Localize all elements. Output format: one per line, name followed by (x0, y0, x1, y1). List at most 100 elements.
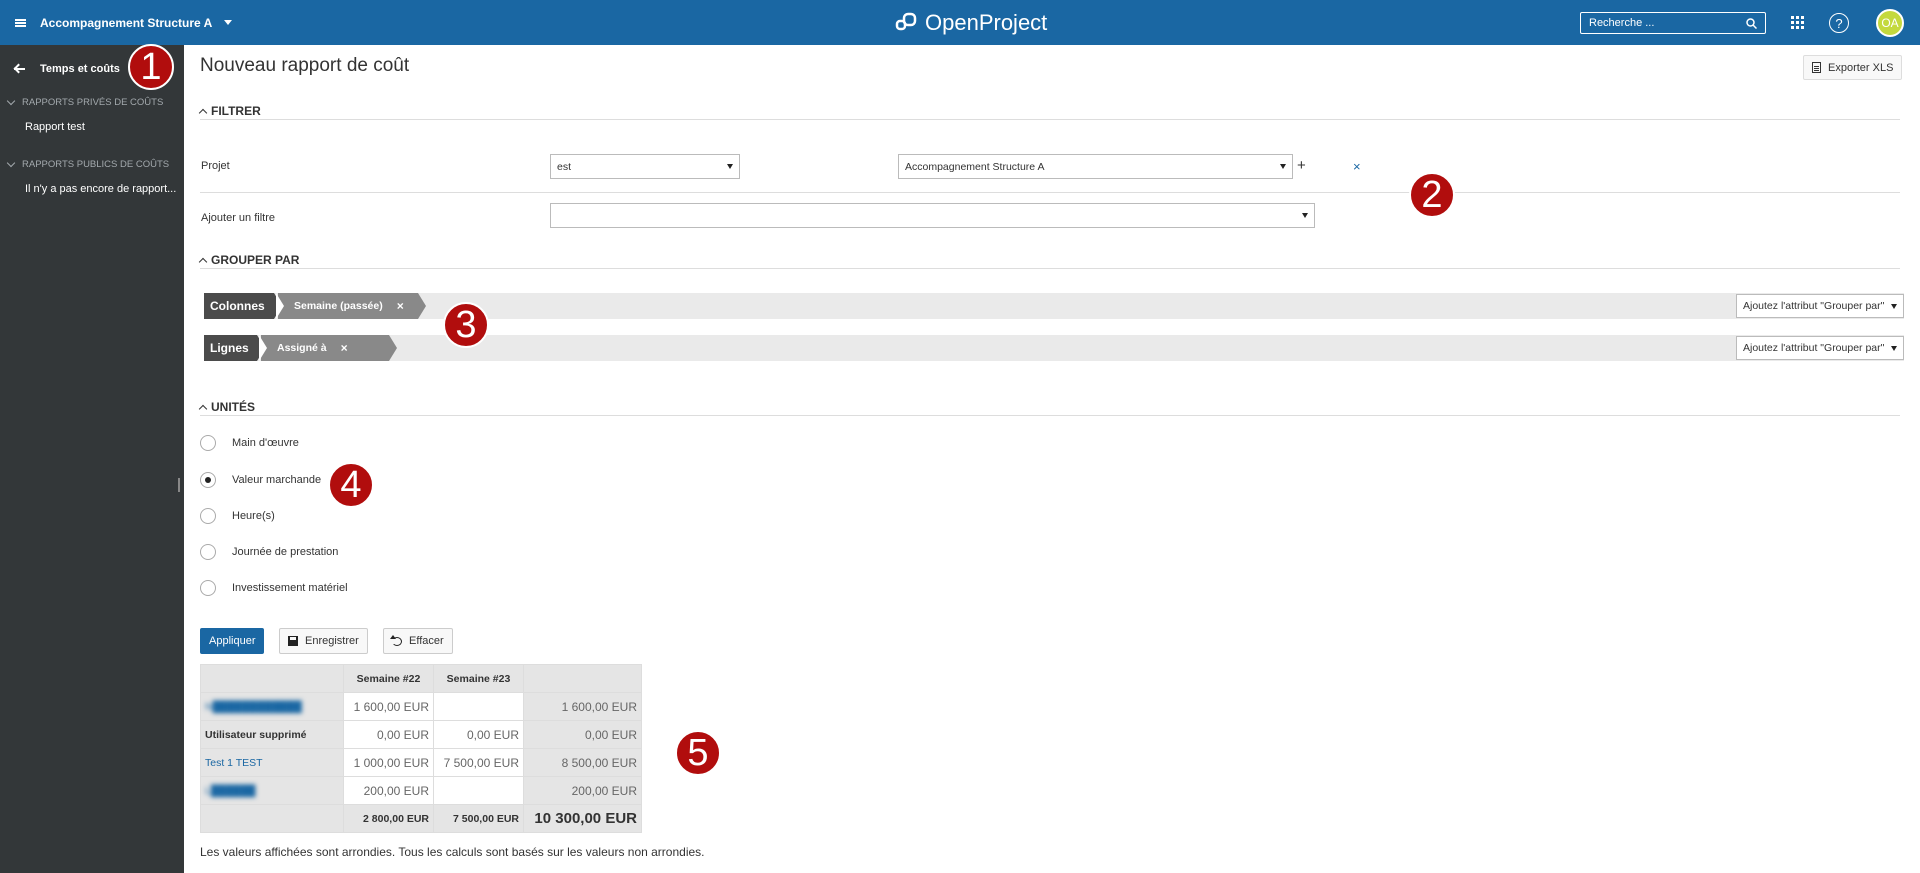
sidebar-section-label: RAPPORTS PRIVÉS DE COÛTS (22, 96, 164, 108)
user-avatar[interactable]: OA (1876, 9, 1904, 37)
table-header-cell: Semaine #23 (433, 664, 524, 693)
week22-cell[interactable]: 1 000,00 EUR (343, 748, 434, 777)
row-name-cell: Utilisateur supprimé (200, 720, 344, 749)
row-total-cell[interactable]: 8 500,00 EUR (523, 748, 642, 777)
filter-section-header[interactable]: FILTRER (198, 102, 1900, 120)
chevron-down-icon (6, 96, 16, 105)
unit-option-equipment[interactable]: Investissement matériel (200, 580, 348, 596)
week23-cell[interactable]: 7 500,00 EUR (433, 748, 524, 777)
unit-option-hours[interactable]: Heure(s) (200, 508, 275, 524)
unit-option-service-day[interactable]: Journée de prestation (200, 544, 338, 560)
add-groupby-rows-select[interactable]: Ajoutez l'attribut "Grouper par" (1736, 336, 1904, 360)
close-icon[interactable]: × (397, 299, 404, 313)
undo-icon (390, 634, 402, 646)
radio-button-selected[interactable] (200, 472, 216, 488)
annotation-badge-5: 5 (675, 730, 721, 776)
add-value-plus-icon[interactable]: + (1297, 157, 1306, 174)
back-arrow-icon[interactable] (14, 64, 26, 74)
add-groupby-columns-select[interactable]: Ajoutez l'attribut "Grouper par" (1736, 294, 1904, 318)
export-xls-button[interactable]: Exporter XLS (1803, 55, 1903, 80)
triangle-down-icon (1302, 213, 1308, 218)
units-section-header[interactable]: UNITÉS (198, 398, 1900, 416)
groupby-columns-label: Colonnes (204, 293, 282, 319)
filter-project-select[interactable]: Accompagnement Structure A (898, 154, 1293, 179)
table-header-row: Semaine #22 Semaine #23 (200, 664, 642, 693)
week22-cell[interactable]: 200,00 EUR (343, 776, 434, 805)
sidebar-item-no-report[interactable]: Il n'y a pas encore de rapport... (0, 174, 184, 204)
unit-option-label: Investissement matériel (232, 582, 348, 594)
groupby-rows-chip[interactable]: Assigné à × (259, 335, 397, 361)
row-total-cell[interactable]: 0,00 EUR (523, 720, 642, 749)
help-icon[interactable]: ? (1829, 13, 1849, 33)
logo-icon (895, 12, 917, 31)
sidebar-resize-handle[interactable] (178, 478, 180, 492)
row-name-link[interactable]: Test 1 TEST (205, 757, 263, 769)
week22-cell[interactable]: 1 600,00 EUR (343, 692, 434, 721)
search-input[interactable] (1589, 17, 1739, 29)
week23-cell[interactable]: 0,00 EUR (433, 720, 524, 749)
groupby-section-header[interactable]: GROUPER PAR (198, 251, 1900, 269)
unit-option-market-value[interactable]: Valeur marchande (200, 472, 321, 488)
table-row: Test 1 TEST 1 000,00 EUR 7 500,00 EUR 8 … (200, 748, 642, 777)
sidebar-item-rapport-test[interactable]: Rapport test (0, 112, 184, 142)
table-header-cell (200, 664, 344, 693)
project-selector[interactable]: Accompagnement Structure A (40, 0, 233, 45)
openproject-logo[interactable]: OpenProject (895, 10, 1047, 36)
columns-chip-text: Semaine (passée) (294, 300, 383, 312)
unit-option-label: Heure(s) (232, 510, 275, 522)
menu-button[interactable] (0, 0, 40, 45)
row-name-cell[interactable]: L██████ (200, 776, 344, 805)
remove-filter-icon[interactable]: × (1353, 159, 1361, 174)
cost-report-table: Semaine #22 Semaine #23 N████████████ 1 … (200, 664, 642, 833)
save-button[interactable]: Enregistrer (279, 628, 368, 654)
modules-grid-icon[interactable] (1791, 16, 1804, 29)
add-filter-select[interactable] (550, 203, 1315, 228)
sidebar: Temps et coûts RAPPORTS PRIVÉS DE COÛTS … (0, 45, 184, 873)
row-name-link[interactable]: L██████ (205, 785, 255, 797)
radio-button[interactable] (200, 580, 216, 596)
table-header-cell: Semaine #22 (343, 664, 434, 693)
triangle-down-icon (1891, 303, 1897, 309)
unit-option-labor[interactable]: Main d'œuvre (200, 435, 299, 451)
row-total-cell[interactable]: 200,00 EUR (523, 776, 642, 805)
document-icon (1812, 62, 1821, 73)
sidebar-section-label: RAPPORTS PUBLICS DE COÛTS (22, 158, 170, 170)
table-header-cell (523, 664, 642, 693)
project-name: Accompagnement Structure A (40, 15, 213, 30)
groupby-section-title: GROUPER PAR (211, 252, 300, 267)
filter-project-value: Accompagnement Structure A (905, 160, 1045, 173)
close-icon[interactable]: × (341, 341, 348, 355)
logo-text: OpenProject (925, 10, 1048, 35)
row-name-link[interactable]: N████████████ (205, 701, 302, 713)
sidebar-section-public[interactable]: RAPPORTS PUBLICS DE COÛTS (0, 154, 184, 174)
search-icon[interactable] (1746, 17, 1757, 29)
unit-option-label: Valeur marchande (232, 474, 322, 486)
filter-operator-select[interactable]: est (550, 154, 740, 179)
clear-label: Effacer (409, 635, 444, 647)
annotation-badge-3: 3 (443, 302, 489, 348)
chevron-up-icon (198, 108, 208, 117)
row-name-cell[interactable]: N████████████ (200, 692, 344, 721)
footer-week23-total[interactable]: 7 500,00 EUR (433, 804, 524, 833)
apply-label: Appliquer (209, 635, 256, 647)
table-row: N████████████ 1 600,00 EUR 1 600,00 EUR (200, 692, 642, 721)
radio-button[interactable] (200, 508, 216, 524)
table-row: Utilisateur supprimé 0,00 EUR 0,00 EUR 0… (200, 720, 642, 749)
filter-divider (200, 192, 1900, 193)
groupby-columns-chip[interactable]: Semaine (passée) × (276, 293, 426, 319)
row-total-cell[interactable]: 1 600,00 EUR (523, 692, 642, 721)
chevron-up-icon (198, 404, 208, 413)
radio-button[interactable] (200, 435, 216, 451)
apply-button[interactable]: Appliquer (200, 628, 265, 654)
sidebar-section-private[interactable]: RAPPORTS PRIVÉS DE COÛTS (0, 92, 184, 112)
search-box[interactable] (1580, 12, 1766, 34)
week22-cell[interactable]: 0,00 EUR (343, 720, 434, 749)
row-name-cell[interactable]: Test 1 TEST (200, 748, 344, 777)
radio-button[interactable] (200, 544, 216, 560)
clear-button[interactable]: Effacer (383, 628, 453, 654)
grand-total[interactable]: 10 300,00 EUR (523, 804, 642, 833)
footer-week22-total[interactable]: 2 800,00 EUR (343, 804, 434, 833)
triangle-down-icon (727, 164, 733, 169)
footer-empty-cell (200, 804, 344, 833)
chevron-up-icon (198, 257, 208, 266)
